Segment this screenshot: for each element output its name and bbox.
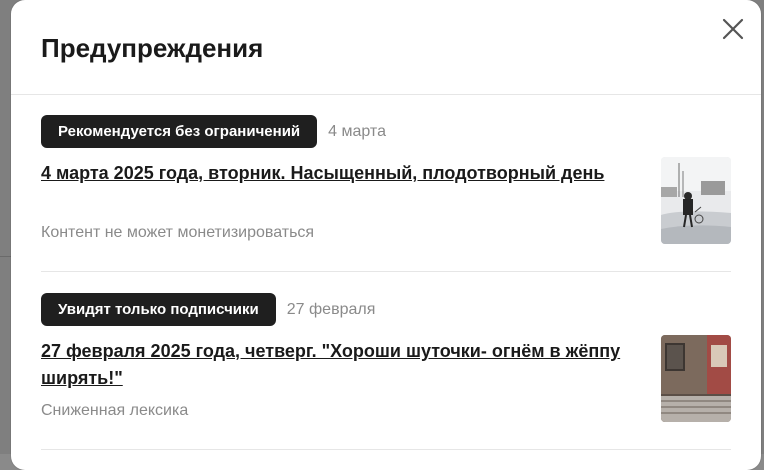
warning-date: 27 февраля <box>286 300 376 318</box>
warning-meta: Рекомендуется без ограничений 4 марта <box>41 115 386 148</box>
warning-meta: Увидят только подписчики 27 февраля <box>41 293 375 326</box>
warning-date: 4 марта <box>328 122 386 140</box>
warnings-list: Рекомендуется без ограничений 4 марта 4 … <box>41 94 731 450</box>
restriction-badge: Увидят только подписчики <box>41 293 276 326</box>
close-button[interactable] <box>718 14 748 44</box>
winter-street-photo <box>661 157 731 244</box>
post-thumbnail[interactable] <box>661 157 731 244</box>
warning-item: Рекомендуется без ограничений 4 марта 4 … <box>41 94 731 272</box>
warning-reason: Сниженная лексика <box>41 402 189 419</box>
building-photo <box>661 335 731 422</box>
warning-reason: Контент не может монетизироваться <box>41 224 315 241</box>
post-title-link[interactable]: 4 марта 2025 года, вторник. Насыщенный, … <box>41 160 631 187</box>
post-title-link[interactable]: 27 февраля 2025 года, четверг. "Хороши ш… <box>41 338 631 392</box>
modal-title: Предупреждения <box>41 33 264 63</box>
post-thumbnail[interactable] <box>661 335 731 422</box>
restriction-badge: Рекомендуется без ограничений <box>41 115 318 148</box>
warnings-modal: Предупреждения Рекомендуется без огранич… <box>11 0 761 470</box>
modal-header: Предупреждения <box>11 0 761 95</box>
warning-item: Увидят только подписчики 27 февраля 27 ф… <box>41 272 731 450</box>
close-icon <box>722 18 744 40</box>
